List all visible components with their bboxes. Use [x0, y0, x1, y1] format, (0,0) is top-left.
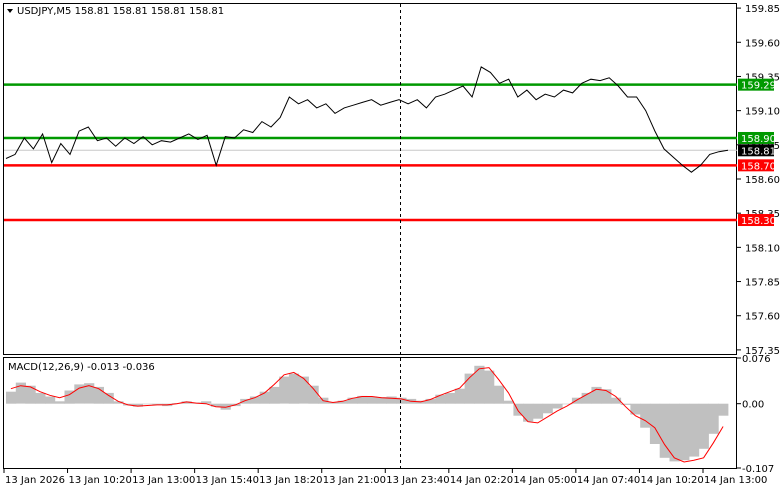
macd-header: MACD(12,26,9) -0.013 -0.036 [8, 362, 155, 373]
macd-histogram-bar [542, 403, 553, 414]
macd-histogram-bar [679, 403, 690, 461]
macd-histogram-bar [142, 403, 153, 405]
time-tick-label: 14 Jan 02:20 [450, 475, 513, 486]
price-tick-label: 157.85 [745, 278, 780, 289]
price-tick-label: 158.10 [745, 243, 780, 254]
price-tick-label: 159.10 [745, 107, 780, 118]
macd-histogram-bar [523, 403, 534, 422]
time-tick-label: 13 Jan 23:40 [386, 475, 449, 486]
macd-histogram-bar [386, 396, 397, 404]
price-axis: 159.85159.60159.35159.10158.85158.60158.… [737, 4, 780, 357]
price-tick-label: 159.60 [745, 38, 780, 49]
chart-canvas[interactable]: 159.85159.60159.35159.10158.85158.60158.… [0, 0, 781, 489]
macd-histogram-bar [552, 403, 563, 409]
macd-histogram-bar [54, 401, 65, 404]
time-axis: 13 Jan 2026 13 Jan 10:20 13 Jan 13:00 13 Ja… [3, 468, 767, 486]
time-tick-label: 13 Jan 13:00 [132, 475, 195, 486]
macd-histogram-bar [718, 403, 729, 416]
macd-tick-label: 0.00 [742, 400, 764, 411]
time-tick-label: 14 Jan 05:00 [513, 475, 576, 486]
level-label: 158.30 [741, 216, 776, 227]
macd-histogram-bar [689, 403, 700, 457]
macd-histogram-bar [649, 403, 661, 444]
macd-histogram-bar [503, 400, 514, 404]
macd-histogram-bar [259, 391, 270, 404]
time-tick-label: 13 Jan 21:00 [323, 475, 386, 486]
price-tick-label: 159.85 [745, 4, 780, 15]
trading-chart[interactable]: 159.85159.60159.35159.10158.85158.60158.… [0, 0, 781, 489]
macd-histogram-bar [571, 397, 583, 404]
price-tick-label: 158.60 [745, 175, 780, 186]
macd-histogram-bar [45, 396, 56, 404]
macd-histogram-bar [103, 392, 114, 404]
macd-histogram-bar [601, 389, 612, 404]
macd-histogram-bar [367, 396, 378, 404]
time-tick-label: 13 Jan 2026 [5, 475, 65, 486]
macd-histogram-bar [698, 403, 709, 449]
macd-histogram-bar [484, 370, 495, 404]
time-tick-label: 14 Jan 10:20 [640, 475, 703, 486]
macd-histogram-bar [279, 376, 290, 404]
macd-histogram-bar [454, 388, 465, 404]
macd-histogram-bar [445, 392, 456, 404]
time-tick-label: 13 Jan 15:40 [196, 475, 259, 486]
macd-histogram-bar [6, 391, 17, 404]
macd-histogram-bar [435, 394, 446, 404]
macd-histogram-bar [640, 403, 651, 428]
level-label: 159.29 [741, 81, 776, 92]
symbol-header: USDJPY,M5 158.81 158.81 158.81 158.81 [17, 6, 224, 17]
macd-tick-label: 0.076 [742, 354, 771, 365]
macd-histogram-bar [532, 403, 544, 419]
current-price-label: 158.81 [741, 146, 776, 157]
macd-axis: 0.076 0.00 -0.107 [737, 354, 774, 475]
price-panel-frame [3, 3, 737, 355]
time-tick-label: 13 Jan 10:20 [69, 475, 132, 486]
macd-tick-label: -0.107 [742, 464, 774, 475]
macd-histogram-bar [493, 385, 504, 404]
time-tick-label: 13 Jan 18:20 [259, 475, 322, 486]
macd-histogram-bar [298, 376, 309, 404]
macd-histogram-bar [708, 403, 719, 434]
macd-panel-frame [3, 357, 737, 469]
level-label: 158.70 [741, 161, 776, 172]
price-tick-label: 157.60 [745, 312, 780, 323]
time-tick-label: 14 Jan 07:40 [577, 475, 640, 486]
time-tick-label: 14 Jan 13:00 [704, 475, 767, 486]
macd-histogram-bar [35, 392, 46, 404]
macd-histogram-bar [269, 386, 280, 404]
macd-histogram-bar [288, 373, 300, 404]
level-label: 158.90 [741, 134, 776, 145]
